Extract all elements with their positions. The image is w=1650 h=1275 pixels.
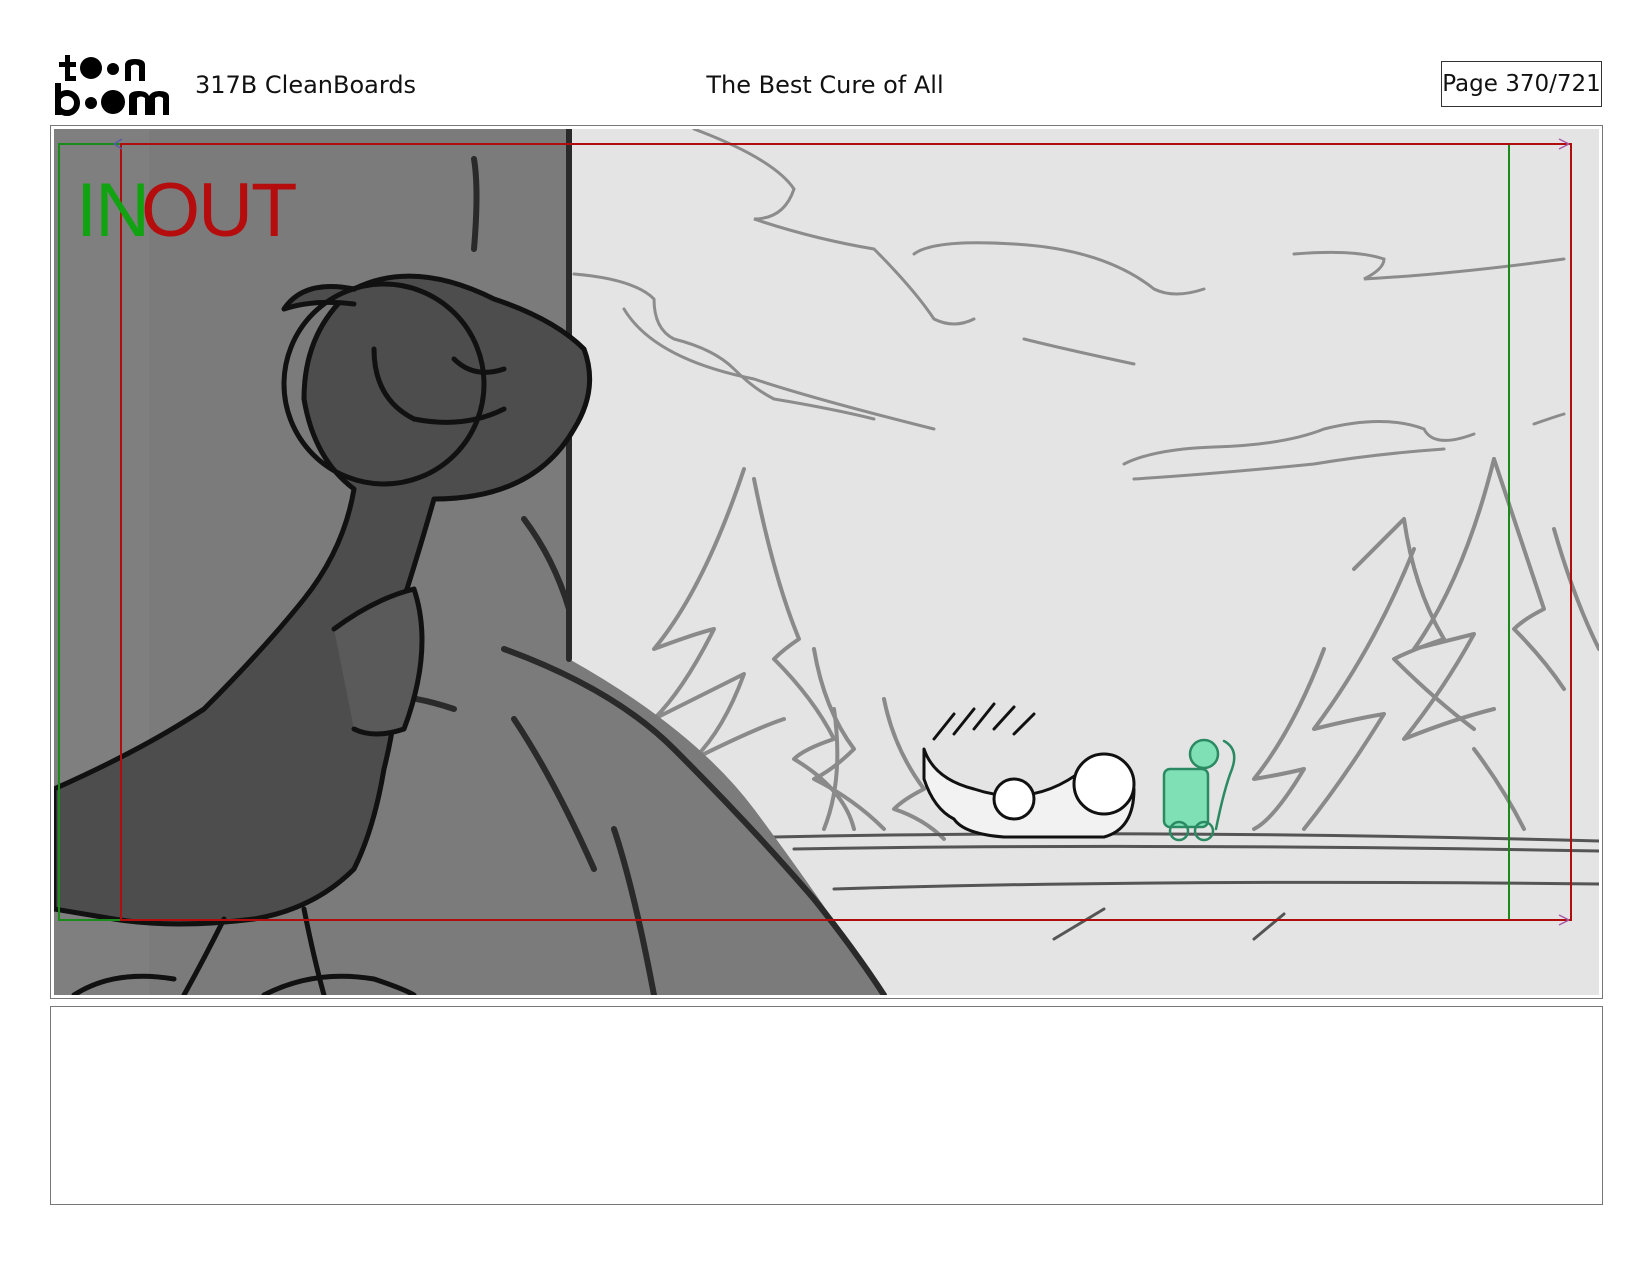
in-marker-label: IN bbox=[76, 168, 150, 253]
document-title: The Best Cure of All bbox=[706, 71, 944, 99]
out-marker-label: OUT bbox=[141, 168, 297, 253]
panel-notes-box bbox=[50, 1006, 1603, 1205]
storyboard-panel-drawing bbox=[54, 129, 1599, 995]
page-number: Page 370/721 bbox=[1441, 61, 1602, 107]
